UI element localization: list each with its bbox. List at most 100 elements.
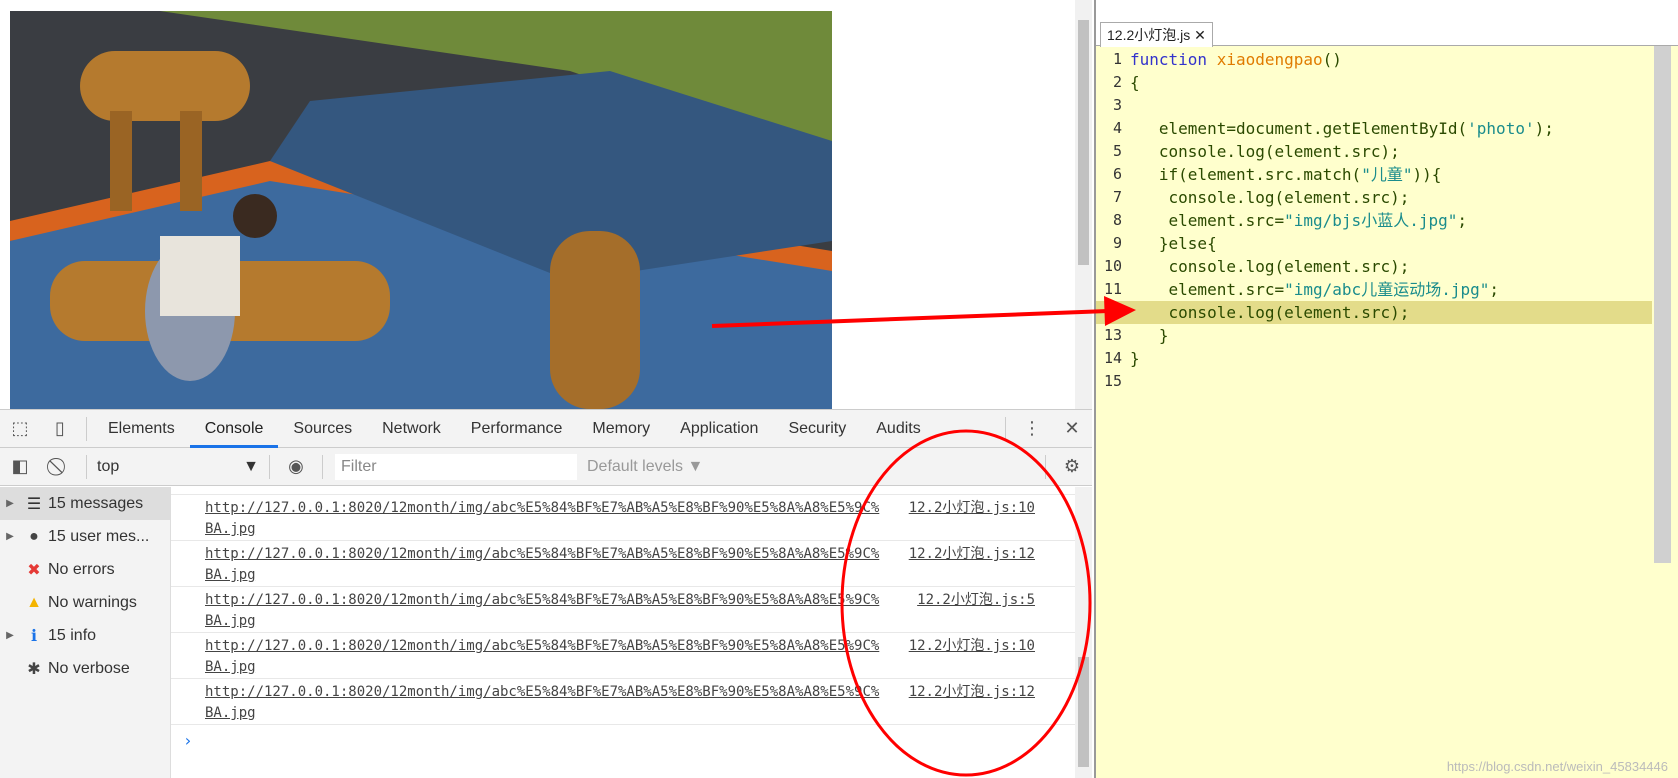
eye-icon[interactable]: ◉: [276, 456, 316, 477]
tab-sources[interactable]: Sources: [278, 410, 367, 448]
more-options-icon[interactable]: ⋮: [1012, 418, 1052, 439]
code-token: ;: [1489, 280, 1499, 299]
code-token: element.src=: [1130, 280, 1285, 299]
console-message: http://127.0.0.1:8020/12month/img/abc%E5…: [171, 633, 1075, 679]
sidebar-item[interactable]: ▶ ℹ 15 info: [0, 619, 170, 652]
code-token: (): [1322, 50, 1342, 69]
settings-gear-icon[interactable]: ⚙: [1052, 456, 1092, 477]
message-source-link[interactable]: 12.2小灯泡.js:5: [917, 590, 1035, 611]
tab-application[interactable]: Application: [665, 410, 773, 448]
code-token: "儿童": [1361, 165, 1413, 184]
page-scrollbar[interactable]: [1075, 0, 1092, 409]
device-toolbar-icon[interactable]: ▯: [40, 418, 80, 439]
line-number: 10: [1103, 257, 1122, 275]
filter-input[interactable]: Filter: [335, 453, 577, 480]
code-token: element.src=: [1130, 211, 1285, 230]
code-line: 8 element.src="img/bjs小蓝人.jpg";: [1096, 209, 1652, 232]
console-sidebar: ▶ ☰ 15 messages ▶ ● 15 user mes... ✖ No errors ▲…: [0, 487, 171, 778]
line-number: 14: [1103, 349, 1122, 367]
devtools-panel: ⬚ ▯ Elements Console Sources Network Perform…: [0, 409, 1092, 778]
expand-arrow-icon: ▶: [6, 498, 14, 509]
close-icon[interactable]: ✕: [1052, 418, 1092, 439]
tab-performance[interactable]: Performance: [456, 410, 578, 448]
code-line: 14}: [1096, 347, 1652, 370]
code-token: function: [1130, 50, 1217, 69]
message-source-link[interactable]: 12.2小灯泡.js:10: [909, 636, 1035, 657]
sidebar-item-label: No verbose: [48, 659, 130, 677]
sidebar-item-label: No errors: [48, 560, 115, 578]
tab-network[interactable]: Network: [367, 410, 456, 448]
line-number: 11: [1103, 280, 1122, 298]
expand-arrow-icon: ▶: [6, 531, 14, 542]
code-token: element=document.getElementById(: [1130, 119, 1468, 138]
code-token: if(element.src.match(: [1130, 165, 1362, 184]
inspect-element-icon[interactable]: ⬚: [0, 418, 40, 439]
tab-console[interactable]: Console: [189, 410, 279, 448]
code-token: xiaodengpao: [1216, 50, 1323, 69]
levels-dropdown[interactable]: Default levels ▼: [587, 458, 703, 476]
code-token: }else{: [1130, 234, 1217, 253]
message-url-link[interactable]: http://127.0.0.1:8020/12month/img/abc%E5…: [205, 544, 885, 586]
code-token: {: [1130, 73, 1140, 92]
sidebar-item-label: 15 user mes...: [48, 527, 150, 545]
console-message: http://127.0.0.1:8020/12month/img/abc%E5…: [171, 541, 1075, 587]
code-line: 6 if(element.src.match("儿童")){: [1096, 163, 1652, 186]
message-source-link[interactable]: 12.2小灯泡.js:10: [909, 498, 1035, 519]
code-line: 3: [1096, 94, 1652, 117]
code-line: 1 function xiaodengpao(): [1096, 48, 1652, 71]
line-number: 5: [1112, 142, 1122, 160]
tab-elements[interactable]: Elements: [93, 410, 190, 448]
message-source-link[interactable]: 12.2小灯泡.js:12: [909, 682, 1035, 703]
line-number: 4: [1112, 119, 1122, 137]
error-icon: ✖: [27, 561, 41, 579]
console-toolbar: ◧ ⃠ top▼ ◉ Filter Default levels ▼ ⚙: [0, 448, 1092, 486]
sidebar-item-label: 15 messages: [48, 494, 144, 512]
info-icon: ℹ: [30, 627, 38, 645]
tab-audits[interactable]: Audits: [861, 410, 935, 448]
sidebar-item[interactable]: ▲ No warnings: [0, 586, 170, 619]
message-url-link[interactable]: http://127.0.0.1:8020/12month/img/abc%E5…: [205, 636, 885, 678]
code-area[interactable]: 1 function xiaodengpao() 2{3 4 element=docu…: [1096, 48, 1652, 393]
code-token: console.log(element.src);: [1130, 188, 1410, 207]
code-line: 9 }else{: [1096, 232, 1652, 255]
user-icon: ●: [29, 527, 39, 545]
console-scrollbar[interactable]: [1075, 487, 1092, 778]
expand-arrow-icon: ▶: [6, 630, 14, 641]
code-line: 7 console.log(element.src);: [1096, 186, 1652, 209]
message-source-link[interactable]: 12.2小灯泡.js:12: [909, 544, 1035, 565]
editor-tab[interactable]: 12.2小灯泡.js ✕: [1100, 22, 1213, 47]
console-message: http://127.0.0.1:8020/12month/img/abc%E5…: [171, 587, 1075, 633]
clear-console-icon[interactable]: ⃠: [40, 456, 80, 477]
message-url-link[interactable]: http://127.0.0.1:8020/12month/img/abc%E5…: [205, 682, 885, 724]
code-token: ;: [1457, 211, 1467, 230]
sidebar-item[interactable]: ▶ ● 15 user mes...: [0, 520, 170, 553]
code-token: )){: [1412, 165, 1442, 184]
tab-memory[interactable]: Memory: [577, 410, 665, 448]
code-line: 15: [1096, 370, 1652, 393]
context-select[interactable]: top ▼: [93, 458, 263, 476]
editor-scrollbar[interactable]: [1654, 46, 1671, 563]
message-url-link[interactable]: http://127.0.0.1:8020/12month/img/abc%E5…: [205, 498, 885, 540]
message-url-link[interactable]: http://127.0.0.1:8020/12month/img/abc%E5…: [205, 590, 885, 632]
sidebar-item[interactable]: ▶ ☰ 15 messages: [0, 487, 170, 520]
code-line: 10 console.log(element.src);: [1096, 255, 1652, 278]
code-token: "img/abc儿童运动场.jpg": [1284, 280, 1490, 299]
code-line: 2{: [1096, 71, 1652, 94]
sidebar-item-label: 15 info: [48, 626, 97, 644]
code-token: console.log(element.src);: [1130, 142, 1400, 161]
sidebar-item[interactable]: ✖ No errors: [0, 553, 170, 586]
line-number: 13: [1103, 326, 1122, 344]
code-line: 4 element=document.getElementById('photo…: [1096, 117, 1652, 140]
tab-security[interactable]: Security: [773, 410, 861, 448]
bug-icon: ✱: [27, 660, 41, 678]
line-number: 9: [1112, 234, 1122, 252]
sidebar-toggle-icon[interactable]: ◧: [0, 456, 40, 477]
sidebar-item[interactable]: ✱ No verbose: [0, 652, 170, 685]
close-tab-icon[interactable]: ✕: [1194, 27, 1206, 43]
code-token: );: [1534, 119, 1554, 138]
line-number: 12: [1103, 303, 1122, 321]
line-number: 6: [1112, 165, 1122, 183]
console-prompt[interactable]: ›: [171, 731, 1075, 750]
code-token: console.log(element.src);: [1130, 257, 1410, 276]
code-token: }: [1130, 326, 1169, 345]
